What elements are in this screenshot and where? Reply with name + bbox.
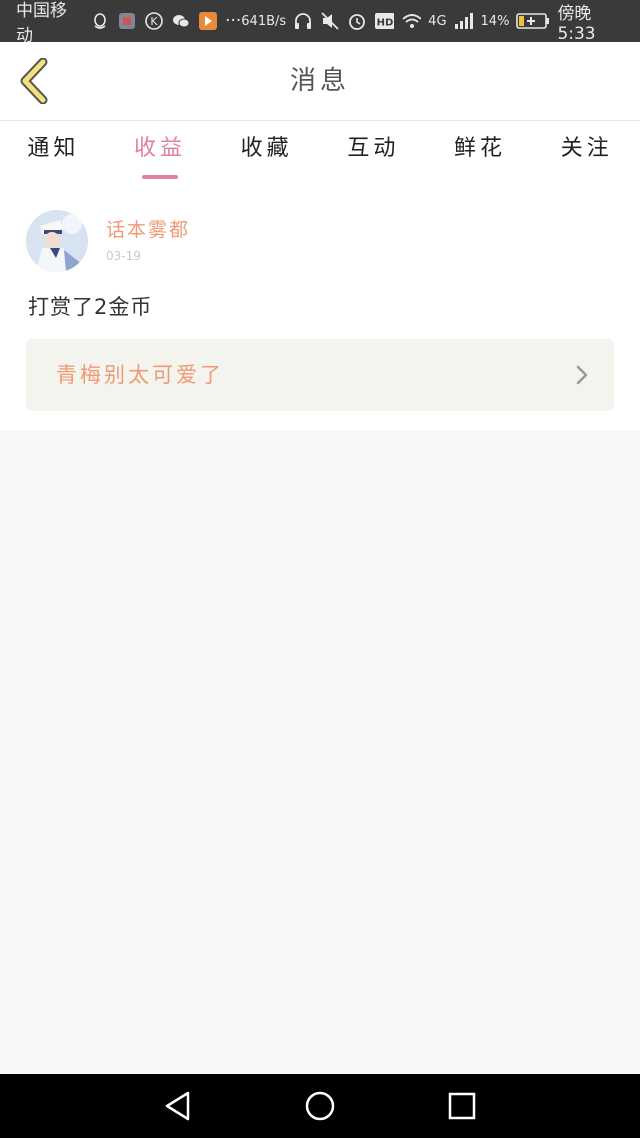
status-bar: 中国移动 K ··· 641B/s HD 4G 14% 傍晚5:33 [0, 0, 640, 46]
svg-text:K: K [150, 15, 158, 28]
message-date: 03-19 [106, 249, 141, 263]
nav-back-button[interactable] [160, 1088, 196, 1124]
more-notifications: ··· [225, 11, 242, 31]
carrier-label: 中国移动 [16, 1, 67, 46]
tab-follows[interactable]: 关注 [533, 121, 640, 183]
page-title: 消息 [289, 66, 350, 96]
net-speed: 641B/s [241, 13, 287, 29]
wifi-icon [401, 11, 422, 31]
book-title: 青梅别太可爱了 [56, 363, 224, 387]
hd-icon: HD [374, 11, 395, 31]
nav-home-button[interactable] [302, 1088, 338, 1124]
app-header: 消息 [0, 42, 640, 121]
battery-charging-icon [516, 11, 550, 31]
signal-icon [454, 11, 474, 31]
tab-bar: 通知 收益 收藏 互动 鲜花 关注 [0, 121, 640, 183]
tab-interactions[interactable]: 互动 [320, 121, 427, 183]
tab-earnings[interactable]: 收益 [107, 121, 214, 183]
wechat-icon [171, 11, 191, 31]
chevron-left-icon [20, 58, 48, 104]
back-button[interactable] [14, 56, 54, 106]
message-text: 打赏了2金币 [28, 295, 153, 319]
headphones-icon [293, 11, 313, 31]
recents-square-icon [448, 1092, 476, 1120]
tab-notifications[interactable]: 通知 [0, 121, 107, 183]
play-app-icon [198, 11, 218, 31]
book-link[interactable]: 青梅别太可爱了 [26, 339, 614, 411]
qq-icon [90, 11, 110, 31]
navigation-bar [0, 1074, 640, 1138]
tab-flowers[interactable]: 鲜花 [427, 121, 534, 183]
battery-percent: 14% [480, 13, 510, 29]
nav-recents-button[interactable] [444, 1088, 480, 1124]
mute-icon [320, 11, 340, 31]
back-triangle-icon [165, 1091, 190, 1121]
alarm-icon [347, 11, 367, 31]
chevron-right-icon [576, 365, 588, 385]
username[interactable]: 话本雾都 [106, 215, 190, 242]
home-circle-icon [305, 1091, 335, 1121]
avatar[interactable] [26, 210, 88, 272]
svg-text:HD: HD [377, 18, 394, 29]
k-circle-icon: K [144, 11, 164, 31]
app-icon [117, 11, 137, 31]
clock: 傍晚5:33 [557, 3, 596, 44]
message-card: 话本雾都 03-19 打赏了2金币 青梅别太可爱了 [0, 183, 640, 430]
signal-type: 4G [428, 13, 447, 29]
tab-favorites[interactable]: 收藏 [213, 121, 320, 183]
